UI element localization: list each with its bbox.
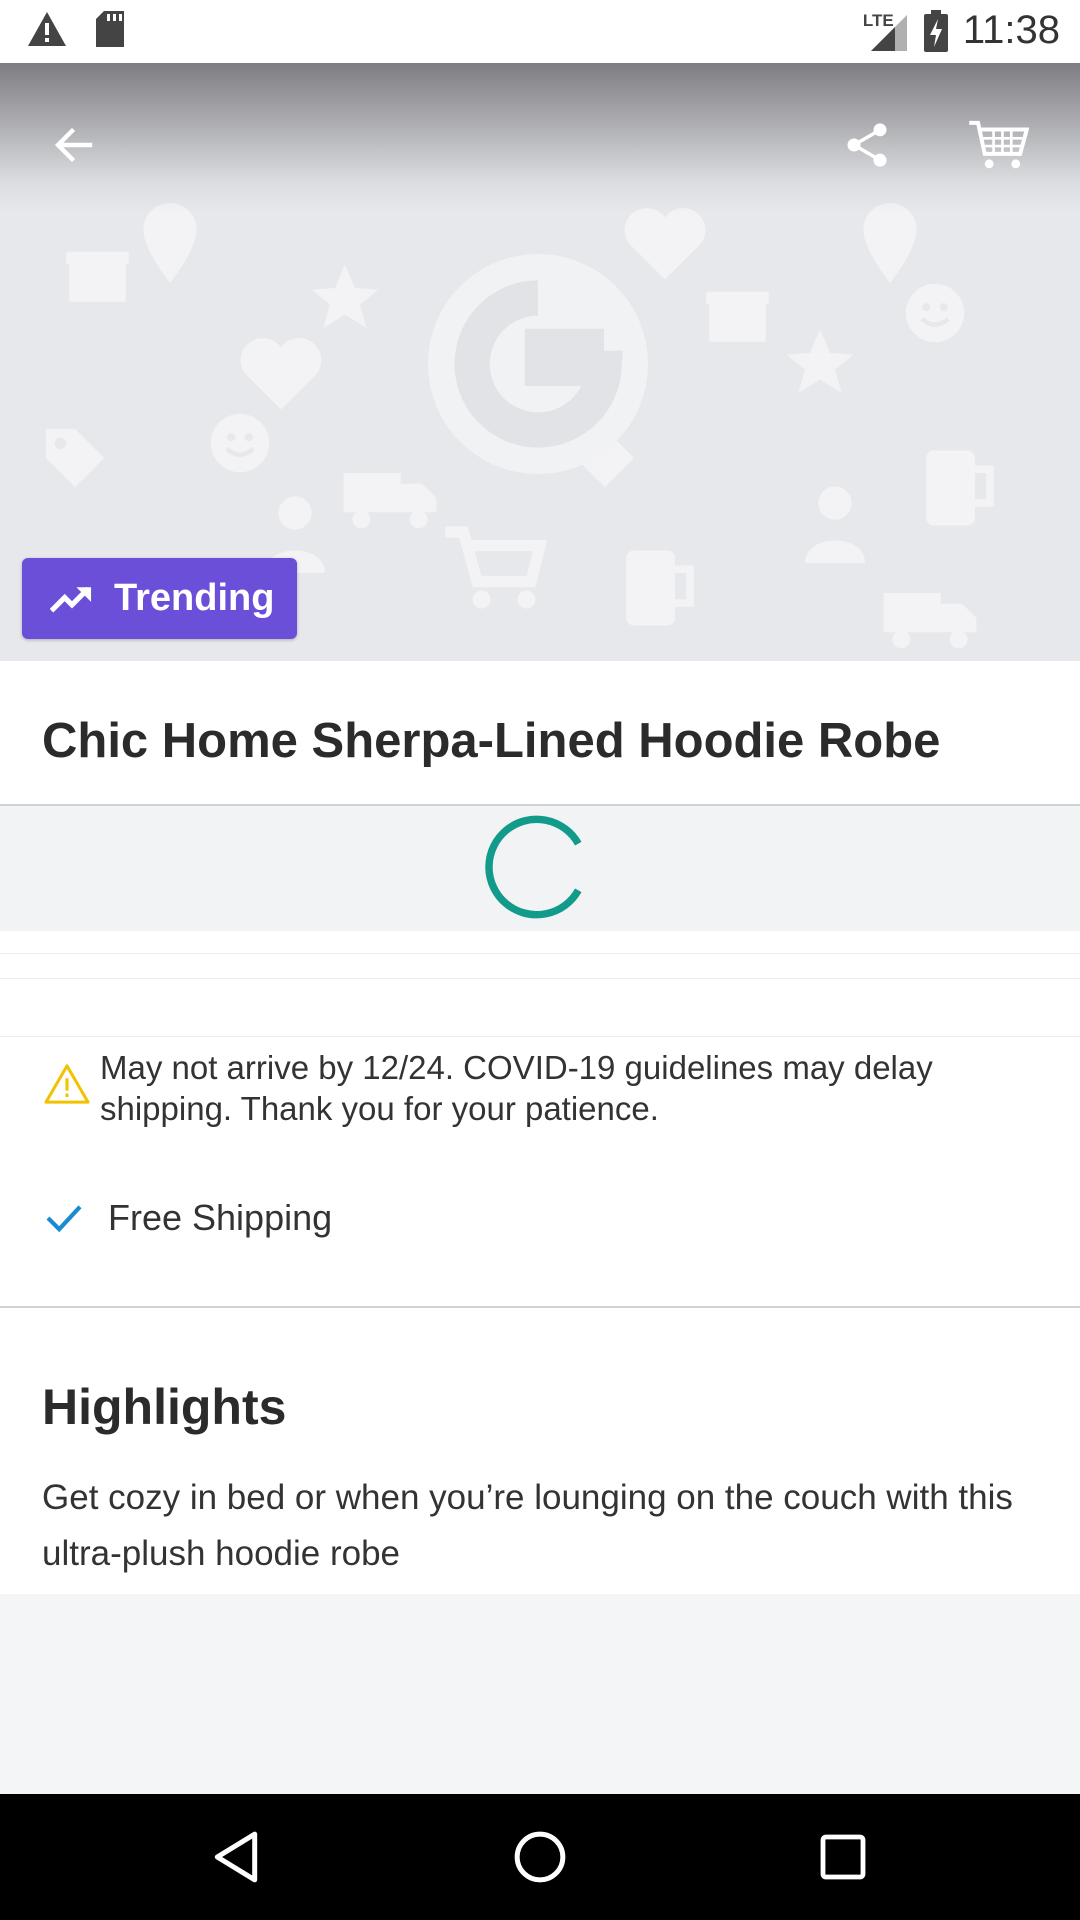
pin-pattern-icon (143, 203, 197, 283)
gift-pattern-icon (706, 291, 769, 342)
status-time: 11:38 (962, 8, 1060, 52)
product-image-placeholder[interactable]: Trending (0, 63, 1080, 661)
back-triangle-icon (214, 1831, 258, 1883)
person-pattern-icon (805, 486, 865, 563)
tag-pattern-icon (45, 428, 105, 488)
nav-back-button[interactable] (206, 1827, 266, 1887)
sd-card-icon (96, 11, 124, 47)
warning-icon (44, 1064, 90, 1104)
loading-spinner-icon (485, 815, 582, 919)
trending-up-icon (50, 586, 92, 613)
loading-section (0, 806, 1080, 931)
product-title: Chic Home Sherpa-Lined Hoodie Robe (42, 714, 941, 768)
arrow-back-icon (54, 127, 93, 163)
nav-recents-button[interactable] (813, 1827, 873, 1887)
heart-pattern-icon (240, 338, 322, 410)
status-bar: LTE 11:38 (0, 0, 1080, 63)
highlights-section: Highlights Get cozy in bed or when you’r… (0, 1308, 1080, 1594)
toolbar-scrim (0, 63, 1080, 213)
cart-button[interactable] (958, 105, 1038, 185)
shipping-delay-notice: May not arrive by 12/24. COVID-19 guidel… (100, 1049, 933, 1127)
free-shipping-row: Free Shipping (44, 1197, 332, 1239)
nav-home-button[interactable] (510, 1827, 570, 1887)
home-circle-icon (514, 1831, 566, 1883)
signal-icon: LTE (863, 9, 909, 53)
product-title-section: Chic Home Sherpa-Lined Hoodie Robe (0, 661, 1080, 806)
mug-pattern-icon (926, 450, 994, 526)
truck-pattern-icon (343, 473, 437, 529)
star-pattern-icon (311, 264, 379, 328)
truck-pattern-icon (883, 593, 977, 649)
content-background (0, 1594, 1080, 1794)
system-nav-bar (0, 1794, 1080, 1920)
smiley-pattern-icon (210, 413, 270, 473)
back-button[interactable] (34, 105, 114, 185)
highlights-heading: Highlights (42, 1379, 287, 1435)
battery-charging-icon (923, 9, 948, 52)
check-icon (46, 1205, 82, 1233)
pin-pattern-icon (863, 203, 917, 283)
trending-label: Trending (114, 577, 275, 619)
free-shipping-label: Free Shipping (108, 1197, 333, 1238)
cart-icon (969, 120, 1029, 169)
mug-pattern-icon (626, 550, 694, 626)
shipping-section: May not arrive by 12/24. COVID-19 guidel… (0, 1037, 1080, 1307)
divider (0, 953, 1080, 954)
share-icon (847, 123, 887, 167)
smiley-pattern-icon (905, 283, 965, 343)
share-button[interactable] (827, 105, 907, 185)
recents-square-icon (820, 1834, 866, 1880)
trending-badge: Trending (22, 558, 297, 639)
brand-logo-icon (428, 254, 648, 474)
divider (0, 978, 1080, 979)
highlights-text: Get cozy in bed or when you’re lounging … (42, 1478, 1013, 1573)
warning-icon (28, 12, 66, 46)
star-pattern-icon (786, 329, 854, 393)
cart-pattern-icon (445, 526, 548, 609)
gift-pattern-icon (66, 251, 129, 302)
